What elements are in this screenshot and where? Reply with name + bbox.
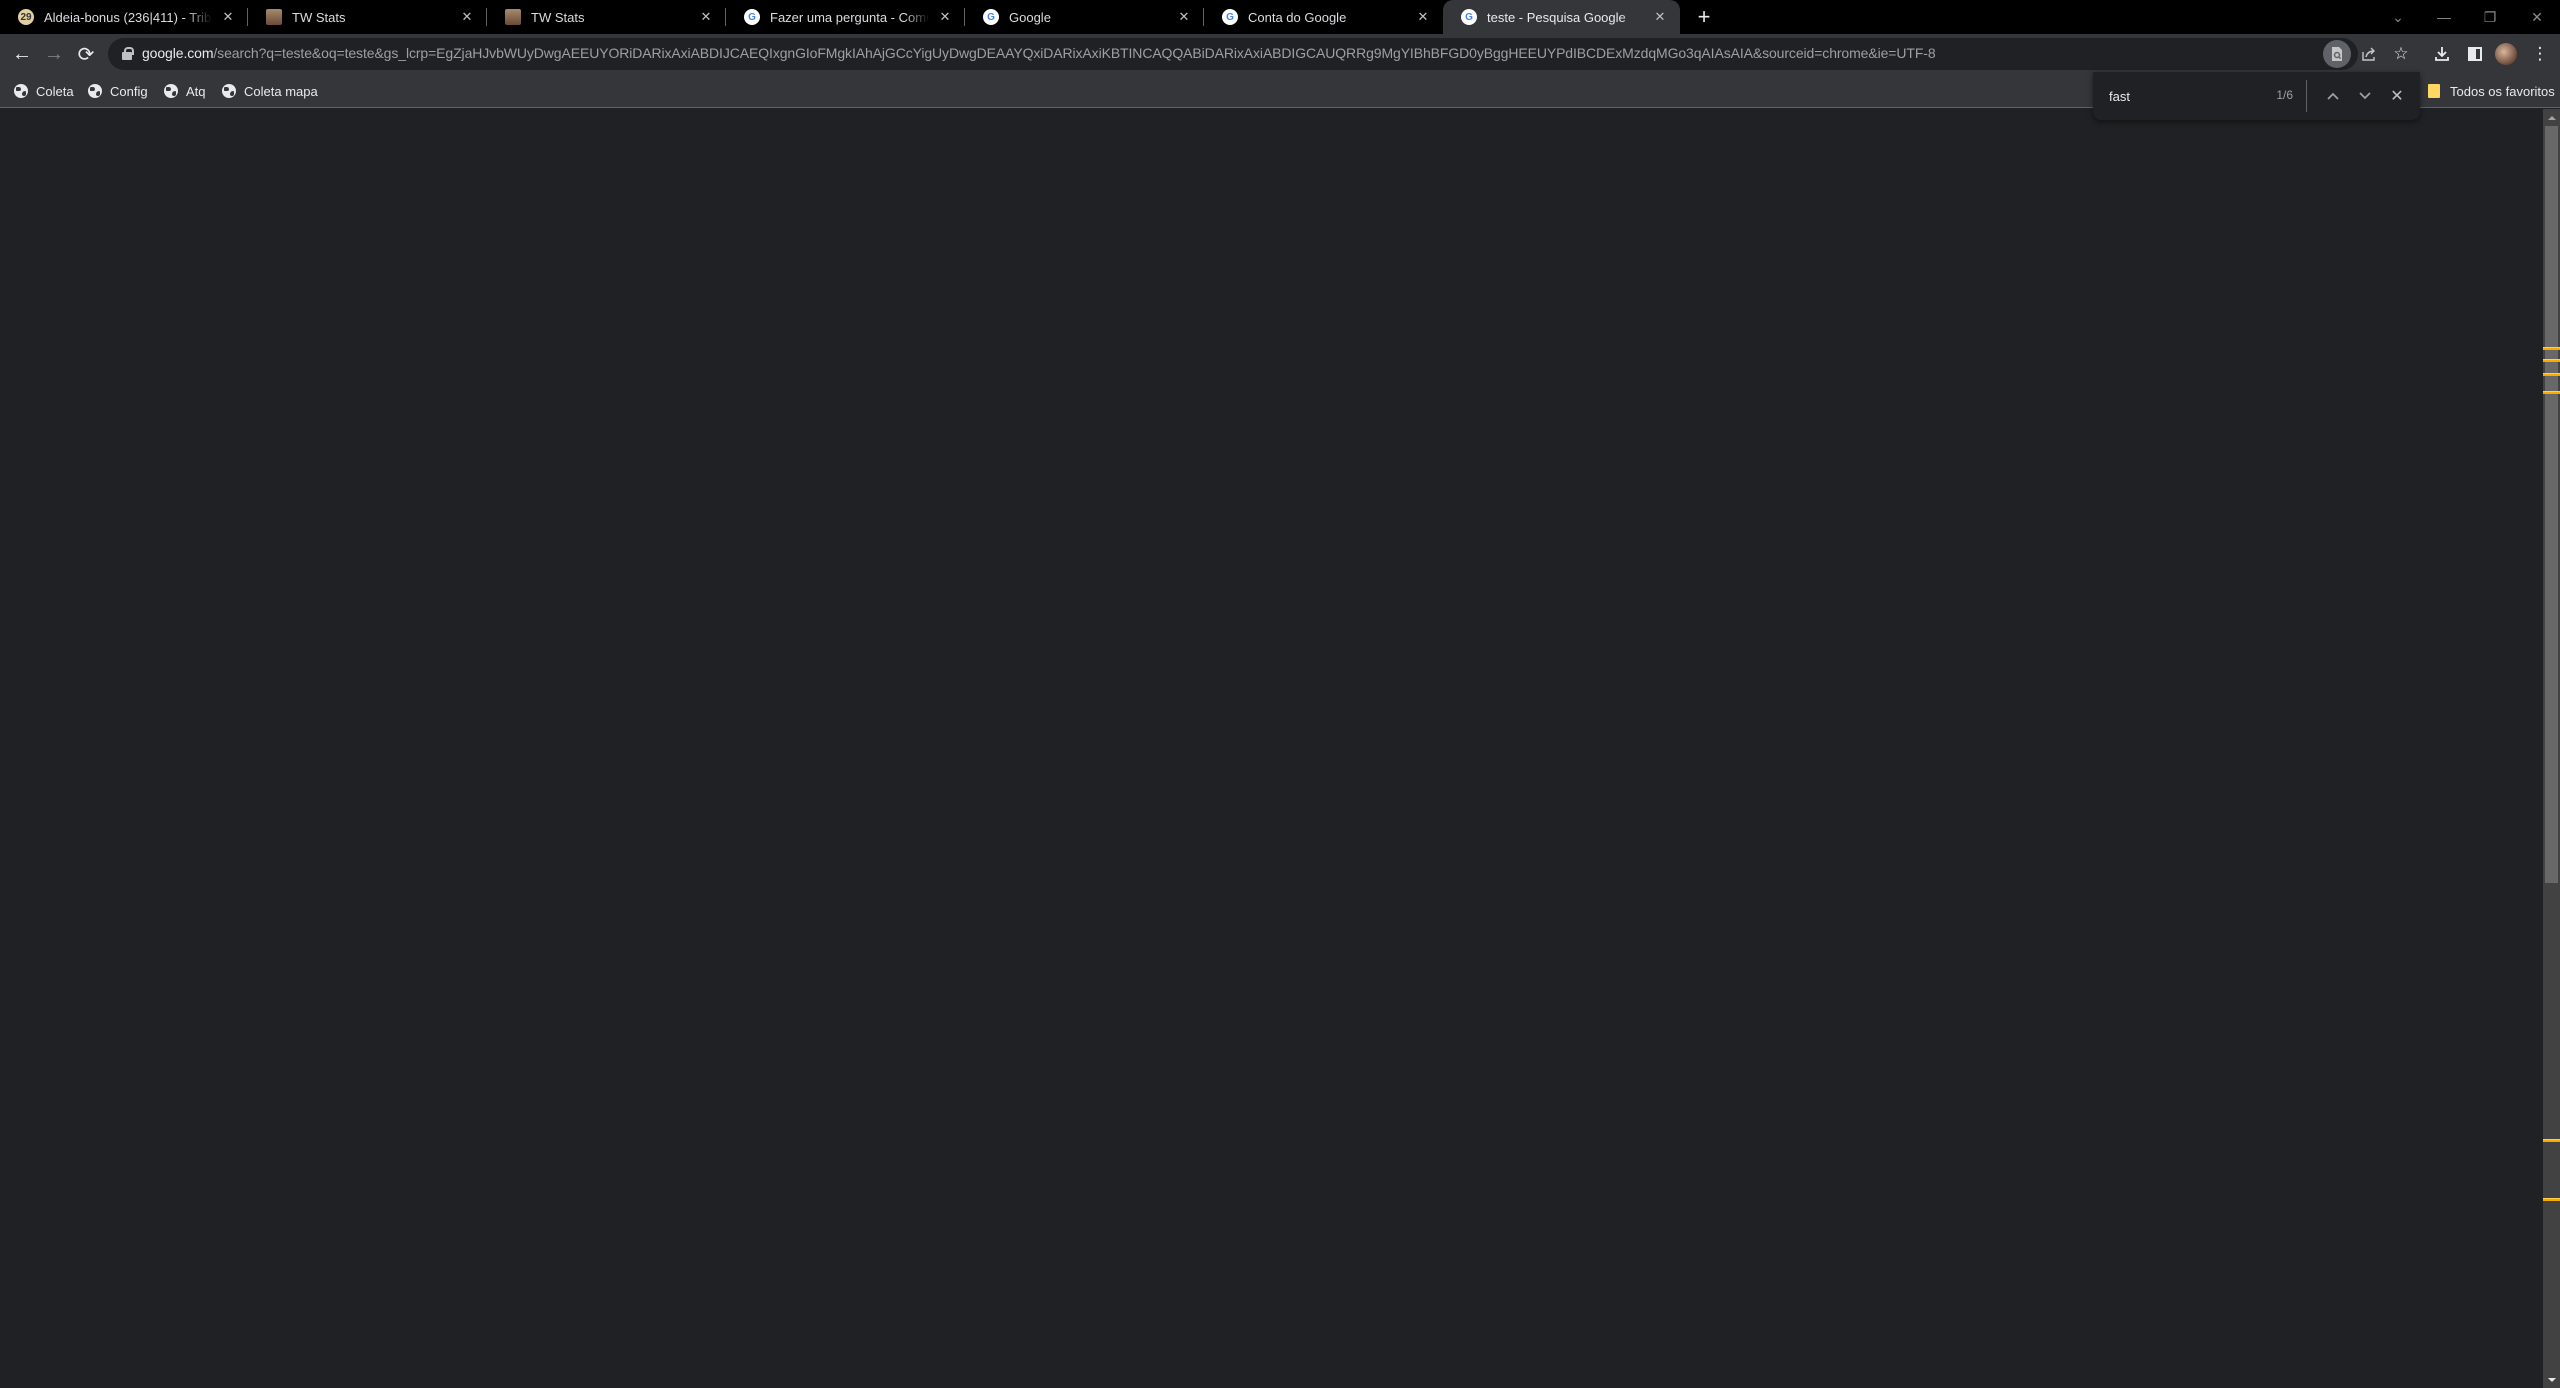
find-match-marker	[2543, 373, 2560, 376]
close-tab-icon[interactable]: ✕	[459, 9, 475, 25]
tab-strip: 29 Aldeia-bonus (236|411) - Tribal Wars …	[0, 0, 2560, 34]
close-tab-icon[interactable]: ✕	[1176, 9, 1192, 25]
tab-aldeia-bonus[interactable]: 29 Aldeia-bonus (236|411) - Tribal Wars …	[0, 0, 248, 34]
bookmark-config[interactable]: Config	[88, 80, 148, 102]
tab-title: Fazer uma pergunta - Comunidade	[770, 9, 929, 25]
bookmark-coleta-mapa[interactable]: Coleta mapa	[222, 80, 318, 102]
tab-title: Conta do Google	[1248, 9, 1347, 25]
google-g-icon: G	[1222, 9, 1238, 25]
tab-tw-stats-1[interactable]: TW Stats ✕	[248, 0, 487, 34]
page-content[interactable]	[0, 109, 2544, 1388]
close-window-button[interactable]: ✕	[2514, 0, 2560, 34]
profile-avatar[interactable]	[2495, 43, 2517, 65]
bookmark-coleta[interactable]: Coleta	[14, 80, 74, 102]
tw-stats-icon	[266, 9, 282, 25]
scroll-up-arrow-icon[interactable]	[2543, 109, 2560, 126]
back-button[interactable]: ←	[8, 40, 36, 68]
globe-icon	[222, 84, 236, 98]
globe-icon	[14, 84, 28, 98]
tab-title: Aldeia-bonus (236|411) - Tribal Wars	[44, 9, 212, 25]
bookmark-label: Config	[110, 83, 148, 99]
find-in-page-icon[interactable]	[2323, 40, 2351, 68]
find-divider	[2306, 80, 2307, 112]
scrollbar-thumb[interactable]	[2545, 126, 2558, 883]
globe-icon	[88, 84, 102, 98]
tab-google[interactable]: G Google ✕	[965, 0, 1204, 34]
find-next-button[interactable]	[2353, 84, 2377, 108]
bookmark-star-icon[interactable]: ☆	[2387, 40, 2415, 68]
forward-button[interactable]: →	[40, 40, 68, 68]
find-close-button[interactable]: ✕	[2385, 84, 2409, 108]
find-match-count: 1/6	[2276, 88, 2293, 102]
find-previous-button[interactable]	[2321, 84, 2345, 108]
globe-icon	[164, 84, 178, 98]
google-g-icon: G	[1461, 9, 1477, 25]
all-bookmarks-label: Todos os favoritos	[2450, 83, 2555, 99]
tab-title: Google	[1009, 9, 1051, 25]
close-tab-icon[interactable]: ✕	[937, 9, 953, 25]
tw-stats-icon	[505, 9, 521, 25]
minimize-button[interactable]: —	[2421, 0, 2467, 34]
tab-fazer-uma-pergunta[interactable]: G Fazer uma pergunta - Comunidade ✕	[726, 0, 965, 34]
find-match-marker	[2543, 1139, 2560, 1142]
browser-toolbar: ← → ⟳ google.com/search?q=teste&oq=teste…	[0, 34, 2560, 74]
bookmark-label: Atq	[186, 83, 206, 99]
url-text[interactable]: google.com/search?q=teste&oq=teste&gs_lc…	[142, 45, 1936, 61]
bookmark-label: Coleta	[36, 83, 74, 99]
tab-title: TW Stats	[292, 9, 346, 25]
close-tab-icon[interactable]: ✕	[1652, 9, 1668, 25]
tribal-wars-badge-icon: 29	[18, 9, 34, 25]
all-bookmarks-button[interactable]: Todos os favoritos	[2428, 80, 2555, 102]
google-g-icon: G	[983, 9, 999, 25]
download-icon[interactable]	[2428, 40, 2456, 68]
restore-button[interactable]: ❐	[2467, 0, 2513, 34]
scroll-down-arrow-icon[interactable]	[2543, 1371, 2560, 1388]
find-match-marker	[2543, 391, 2560, 394]
tab-search-button[interactable]: ⌄	[2375, 0, 2421, 34]
find-match-marker	[2543, 347, 2560, 350]
side-panel-icon[interactable]	[2461, 40, 2489, 68]
tab-conta-do-google[interactable]: G Conta do Google ✕	[1204, 0, 1443, 34]
find-match-marker	[2543, 1198, 2560, 1201]
tab-tw-stats-2[interactable]: TW Stats ✕	[487, 0, 726, 34]
new-tab-button[interactable]: +	[1692, 4, 1716, 29]
bookmark-atq[interactable]: Atq	[164, 80, 206, 102]
close-tab-icon[interactable]: ✕	[698, 9, 714, 25]
close-tab-icon[interactable]: ✕	[220, 9, 236, 25]
folder-icon	[2428, 84, 2440, 98]
tab-title: TW Stats	[531, 9, 585, 25]
lock-icon[interactable]	[122, 47, 134, 60]
google-g-icon: G	[744, 9, 760, 25]
page-scrollbar[interactable]	[2543, 109, 2560, 1388]
find-match-marker	[2543, 359, 2560, 362]
find-bar: 1/6 ✕	[2093, 72, 2420, 120]
address-bar[interactable]: google.com/search?q=teste&oq=teste&gs_lc…	[108, 38, 2375, 70]
tab-title: teste - Pesquisa Google	[1487, 9, 1626, 25]
reload-button[interactable]: ⟳	[72, 40, 100, 68]
url-host: google.com	[142, 45, 214, 61]
tab-teste-pesquisa-google[interactable]: G teste - Pesquisa Google ✕	[1443, 0, 1680, 34]
chrome-menu-icon[interactable]: ⋮	[2526, 40, 2554, 68]
close-tab-icon[interactable]: ✕	[1415, 9, 1431, 25]
share-icon[interactable]	[2355, 40, 2383, 68]
url-path: /search?q=teste&oq=teste&gs_lcrp=EgZjaHJ…	[213, 45, 1936, 61]
bookmark-label: Coleta mapa	[244, 83, 318, 99]
